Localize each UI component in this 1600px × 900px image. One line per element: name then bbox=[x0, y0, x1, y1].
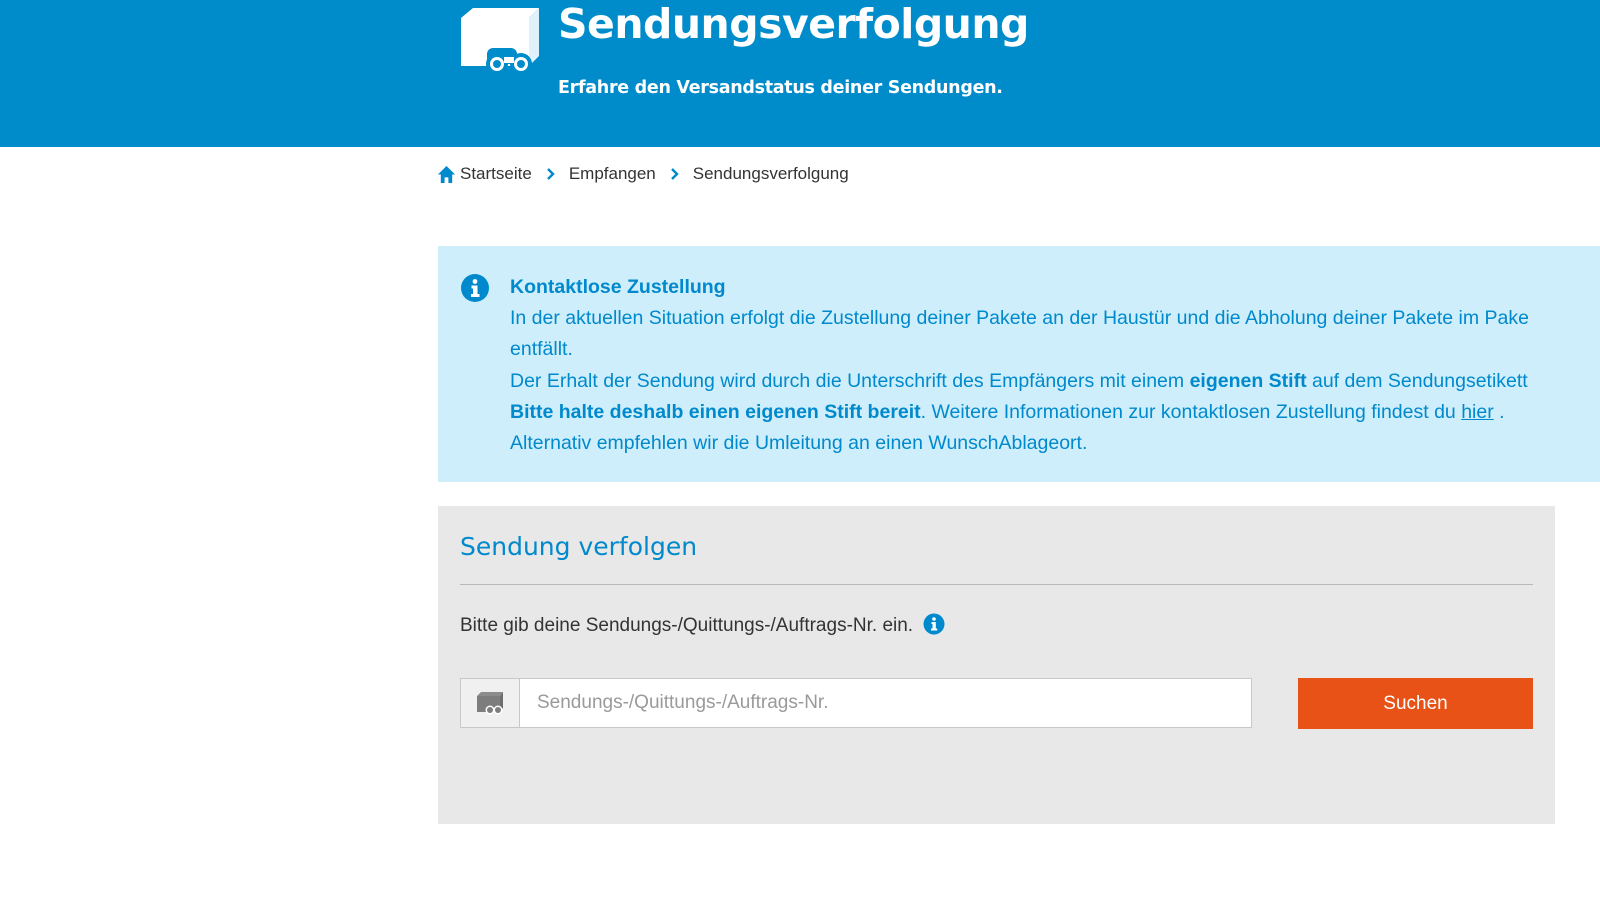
info-line: In der aktuellen Situation erfolgt die Z… bbox=[510, 307, 1529, 330]
package-binoculars-icon bbox=[461, 8, 539, 75]
info-emphasis: Bitte halte deshalb einen eigenen Stift … bbox=[510, 400, 921, 423]
info-emphasis: eigenen Stift bbox=[1189, 369, 1307, 392]
chevron-right-icon bbox=[670, 168, 679, 180]
info-line: entfällt. bbox=[510, 338, 573, 361]
breadcrumb-current: Sendungsverfolgung bbox=[692, 164, 849, 183]
info-title: Kontaktlose Zustellung bbox=[510, 276, 726, 298]
info-icon bbox=[461, 274, 489, 302]
package-binoculars-icon bbox=[477, 692, 503, 715]
info-text-segment: Der Erhalt der Sendung wird durch die Un… bbox=[510, 369, 1190, 392]
breadcrumb: Startseite Empfangen Sendungsverfolgung bbox=[437, 163, 849, 185]
tracking-instruction-text: Bitte gib deine Sendungs-/Quittungs-/Auf… bbox=[460, 615, 914, 636]
page-subtitle: Erfahre den Versandstatus deiner Sendung… bbox=[558, 78, 1003, 98]
info-text-segment: auf dem Sendungsetikett bbox=[1306, 369, 1528, 392]
breadcrumb-startseite[interactable]: Startseite bbox=[460, 164, 532, 184]
home-icon[interactable] bbox=[437, 165, 456, 184]
page-title: Sendungsverfolgung bbox=[558, 0, 1029, 48]
breadcrumb-empfangen[interactable]: Empfangen bbox=[569, 164, 656, 184]
info-text: Kontaktlose Zustellung In der aktuellen … bbox=[510, 272, 1600, 459]
tracking-title: Sendung verfolgen bbox=[460, 532, 698, 561]
search-button[interactable]: Suchen bbox=[1298, 678, 1533, 729]
tracking-number-input[interactable] bbox=[520, 679, 1251, 727]
info-text-segment: . Weitere Informationen zur kontaktlosen… bbox=[920, 400, 1462, 423]
tracking-input-group bbox=[460, 678, 1252, 728]
page-header: Sendungsverfolgung Erfahre den Versandst… bbox=[0, 0, 1600, 147]
info-link-hier[interactable]: hier bbox=[1461, 401, 1494, 423]
info-line: Bitte halte deshalb einen eigenen Stift … bbox=[510, 397, 1600, 428]
tracking-panel: Sendung verfolgen Bitte gib deine Sendun… bbox=[438, 506, 1555, 824]
info-box-kontaktlose-zustellung: Kontaktlose Zustellung In der aktuellen … bbox=[438, 246, 1600, 482]
info-line: Der Erhalt der Sendung wird durch die Un… bbox=[510, 366, 1600, 397]
info-text-segment: . bbox=[1493, 400, 1505, 423]
chevron-right-icon bbox=[546, 168, 555, 180]
input-addon bbox=[461, 679, 520, 727]
divider bbox=[460, 584, 1533, 585]
tracking-instruction: Bitte gib deine Sendungs-/Quittungs-/Auf… bbox=[460, 613, 945, 637]
info-icon[interactable] bbox=[923, 613, 945, 635]
info-line: Alternativ empfehlen wir die Umleitung a… bbox=[510, 432, 1088, 455]
